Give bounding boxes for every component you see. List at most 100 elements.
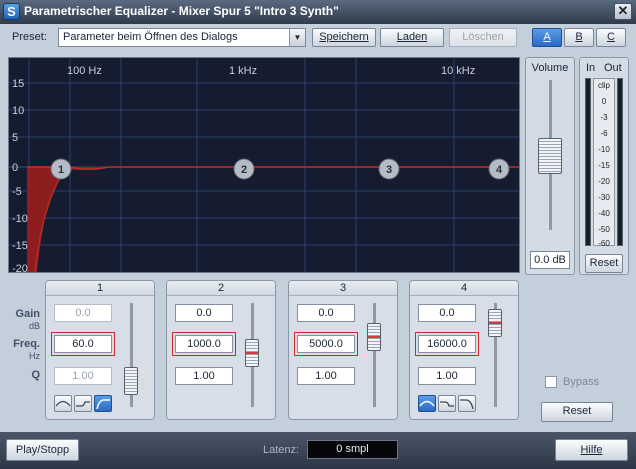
preset-label: Preset: (12, 31, 47, 43)
bell-filter-icon[interactable] (418, 395, 436, 412)
band-4-gain-field[interactable]: 0.0 (418, 304, 476, 322)
band-panel-2: 2 0.0 1000.0 1.00 (166, 280, 276, 420)
meter-scale-label: -15 (598, 161, 610, 170)
reset-button[interactable]: Reset (541, 402, 613, 422)
band-4-q-field[interactable]: 1.00 (418, 367, 476, 385)
preset-b-button[interactable]: B (564, 28, 594, 47)
play-stop-button[interactable]: Play/Stopp (6, 439, 79, 461)
band-title: 1 (46, 281, 154, 296)
db-label: 0 (12, 162, 18, 174)
meter-out-bar (617, 78, 623, 246)
freq-label: 10 kHz (441, 65, 475, 77)
band-panel-1: 1 0.0 60.0 1.00 (45, 280, 155, 420)
band-handle-label: 4 (496, 164, 503, 176)
load-label: Laden (396, 31, 428, 43)
meter-scale-label: -3 (600, 113, 608, 122)
freq-label: Freq. (13, 338, 40, 350)
band-2-freq-field[interactable]: 1000.0 (172, 332, 236, 356)
band-1-freq-field[interactable]: 60.0 (51, 332, 115, 356)
meter-scale-label: -30 (598, 193, 610, 202)
freq-label: 100 Hz (67, 65, 102, 77)
band-1-q-field[interactable]: 1.00 (54, 367, 112, 385)
volume-slider-thumb[interactable] (538, 138, 562, 174)
bypass-label: Bypass (563, 376, 600, 388)
bell-filter-icon[interactable] (54, 395, 72, 412)
meter-reset-button[interactable]: Reset (585, 254, 623, 273)
preset-a-label: A (543, 31, 551, 43)
eq-graph-canvas[interactable]: 15 10 5 0 -5 -10 -15 -20 100 Hz 1 kHz 10… (9, 58, 519, 272)
band-3-slider-thumb[interactable] (367, 323, 381, 351)
thumb-mark (368, 336, 380, 338)
freq-label: 1 kHz (229, 65, 257, 77)
band-2-q-field[interactable]: 1.00 (175, 367, 233, 385)
band-2-gain-field[interactable]: 0.0 (175, 304, 233, 322)
meter-scale-label: -60 (598, 239, 610, 248)
help-label: Hilfe (580, 444, 603, 456)
high-cut-icon[interactable] (458, 395, 476, 412)
help-button[interactable]: Hilfe (555, 439, 628, 461)
q-label: Q (31, 369, 40, 381)
band-4-freq-field[interactable]: 16000.0 (415, 332, 479, 356)
high-shelf-icon[interactable] (438, 395, 456, 412)
preset-a-button[interactable]: A (532, 28, 562, 47)
preset-b-label: B (575, 31, 583, 43)
latency-value: 0 smpl (307, 440, 398, 459)
app-icon: S (3, 3, 20, 20)
band-1-slider-thumb[interactable] (124, 367, 138, 395)
gain-unit: dB (28, 321, 40, 331)
title-bar: S Parametrischer Equalizer - Mixer Spur … (0, 0, 636, 24)
band-title: 4 (410, 281, 518, 296)
bypass-checkbox-box[interactable] (545, 376, 557, 388)
save-button[interactable]: Speichern (312, 28, 376, 47)
meter-scale: clip 0 -3 -6 -10 -15 -20 -30 -40 -50 -60 (593, 78, 615, 248)
band-handle-label: 2 (241, 164, 247, 176)
eq-graph[interactable]: 15 10 5 0 -5 -10 -15 -20 100 Hz 1 kHz 10… (8, 57, 520, 273)
volume-panel: Volume 0.0 dB (525, 57, 575, 275)
preset-dropdown[interactable]: Parameter beim Öffnen des Dialogs ▼ (58, 28, 306, 47)
meter-out-label: Out (604, 62, 622, 74)
delete-button[interactable]: Löschen (449, 28, 517, 47)
volume-value[interactable]: 0.0 dB (530, 251, 570, 269)
band-3-freq-field[interactable]: 5000.0 (294, 332, 358, 356)
db-label: -10 (12, 213, 28, 225)
close-button[interactable]: ✕ (614, 3, 632, 20)
band-3-gain-field[interactable]: 0.0 (297, 304, 355, 322)
thumb-mark (246, 352, 258, 354)
band-1-gain-field[interactable]: 0.0 (54, 304, 112, 322)
db-label: -20 (12, 263, 28, 272)
preset-value: Parameter beim Öffnen des Dialogs (63, 31, 238, 43)
band-handle-1[interactable]: 1 (50, 158, 72, 180)
band-handle-2[interactable]: 2 (233, 158, 255, 180)
band-title: 3 (289, 281, 397, 296)
db-label: 10 (12, 105, 24, 117)
band-3-q-field[interactable]: 1.00 (297, 367, 355, 385)
db-label: -15 (12, 240, 28, 252)
meter-scale-label: -20 (598, 177, 610, 186)
band-panel-3: 3 0.0 5000.0 1.00 (288, 280, 398, 420)
meter-scale-label: -10 (598, 145, 610, 154)
band-3-slider-track[interactable] (373, 303, 376, 407)
load-button[interactable]: Laden (380, 28, 444, 47)
meter-scale-label: clip (597, 81, 610, 90)
meter-in-bar (585, 78, 591, 246)
window-title: Parametrischer Equalizer - Mixer Spur 5 … (24, 4, 339, 18)
volume-label: Volume (531, 62, 569, 74)
band-4-slider-thumb[interactable] (488, 309, 502, 337)
low-shelf-icon[interactable] (74, 395, 92, 412)
low-cut-icon[interactable] (94, 395, 112, 412)
bottom-bar: Play/Stopp Latenz: 0 smpl Hilfe (0, 432, 636, 469)
chevron-down-icon[interactable]: ▼ (289, 29, 305, 46)
save-label: Speichern (319, 31, 369, 43)
meter-scale-label: -40 (598, 209, 610, 218)
band-handle-3[interactable]: 3 (378, 158, 400, 180)
band-panel-4: 4 0.0 16000.0 1.00 (409, 280, 519, 420)
band-2-slider-thumb[interactable] (245, 339, 259, 367)
level-meter-panel: In Out clip 0 -3 -6 -10 -15 -20 -30 -40 … (579, 57, 629, 275)
freq-unit: Hz (29, 351, 40, 361)
band-handle-4[interactable]: 4 (488, 158, 510, 180)
meter-scale-label: -6 (600, 129, 608, 138)
db-label: 15 (12, 78, 24, 90)
meter-scale-label: -50 (598, 225, 610, 234)
preset-c-button[interactable]: C (596, 28, 626, 47)
meter-in-label: In (586, 62, 596, 74)
